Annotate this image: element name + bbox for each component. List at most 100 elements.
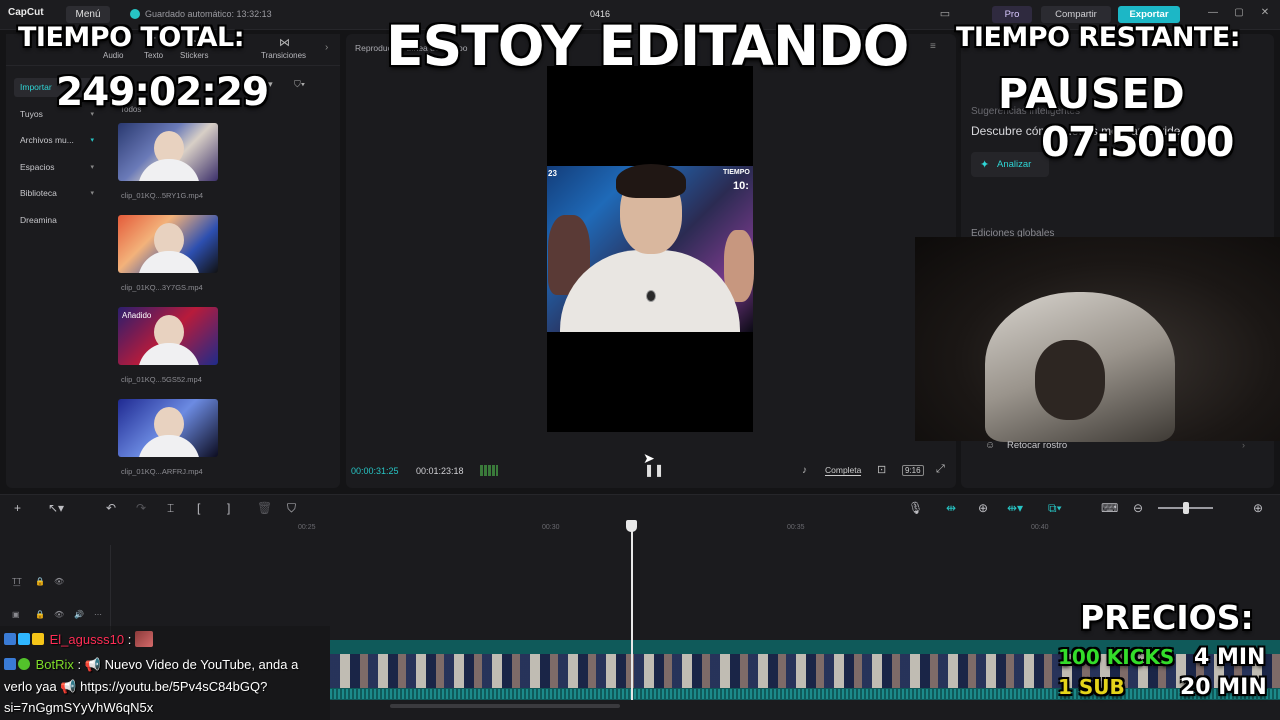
media-clip[interactable]: clip_01KQ...3Y7GS.mp4 [116,215,218,307]
trim-left-icon[interactable]: [ [197,501,200,515]
microphone-icon[interactable]: 🎙 [908,501,923,515]
nav-media-files[interactable]: Archivos mu... ▾ [14,131,100,150]
media-clip[interactable]: clip_01KQ...ARFRJ.mp4 [116,399,218,491]
added-badge: Añadido [122,311,152,320]
nav-dreamina[interactable]: Dreamina [14,211,100,230]
more-icon[interactable]: ⋯ [94,610,102,619]
select-tool-icon[interactable]: ↖▾ [48,501,64,515]
minimize-icon[interactable]: — [1206,7,1220,18]
overlay-total-time-value: 249:02:29 [56,70,269,115]
chat-username: El_agusss10 [49,632,125,647]
close-icon[interactable]: ✕ [1258,7,1272,18]
split-icon[interactable]: ⌶ [167,501,174,516]
magnet-icon[interactable]: ⇹▾ [1007,501,1023,515]
nav-spaces[interactable]: Espacios ▾ [14,158,100,177]
chat-text: verlo yaa 📢 https://youtu.be/5Pv4sC84bGQ… [4,679,268,694]
track-divider [110,545,111,635]
zoom-in-icon[interactable]: ⊕ [1253,501,1263,515]
add-icon[interactable]: + [14,501,21,515]
zoom-slider-handle[interactable] [1183,502,1189,514]
chevron-right-icon[interactable]: › [325,42,328,53]
face-icon: ☺ [985,440,996,451]
timeline-scrollbar[interactable] [390,704,620,708]
sparkle-icon: ✦ [980,159,990,171]
playhead[interactable] [631,522,633,700]
chevron-down-icon: ▾ [90,137,94,144]
redo-icon[interactable]: ↷ [136,501,146,515]
overlay-status: PAUSED [998,70,1186,118]
complete-view-button[interactable]: Completa [825,465,862,476]
zoom-out-icon[interactable]: ⊖ [1133,501,1143,515]
overlay-price-time: 4 MIN [1194,645,1266,670]
webcam-person [1035,340,1105,420]
chat-text: si=7nGgmSYyVhW6qN5x [4,700,154,715]
nav-library[interactable]: Biblioteca ▾ [14,184,100,203]
badge-icon [4,658,16,670]
media-clip[interactable]: clip_01KQ...5RY1G.mp4 [116,123,218,215]
layout-icon[interactable]: ▭ [936,6,954,23]
autosave-icon [130,9,140,19]
maximize-icon[interactable]: ▢ [1232,7,1246,18]
chevron-down-icon: ▾ [90,163,94,171]
playhead-handle[interactable] [626,520,637,532]
preview-icon[interactable]: ⌨ [1101,501,1118,515]
emote-icon [134,631,153,647]
tab-transitions[interactable]: Transiciones [261,51,306,60]
badge-icon [4,633,16,645]
share-button[interactable]: Compartir [1041,6,1111,23]
ruler-tick: 00:25 [298,524,316,531]
verified-icon [18,658,30,670]
overlay-title: ESTOY EDITANDO [386,14,909,78]
clip-filename: clip_01KQ...5GS52.mp4 [121,375,202,384]
tiktok-icon[interactable]: ♪ [802,465,807,476]
split-audio-icon[interactable]: ⧉▾ [1048,501,1062,516]
shield-icon[interactable]: ⛉ [287,501,296,516]
aspect-ratio-button[interactable]: 9:16 [902,465,924,476]
chevron-down-icon: ▾ [90,190,94,197]
chat-text: 📢 Nuevo Video de YouTube, anda a [84,657,299,672]
video-overlay-text: TIEMPO [723,169,750,176]
overlay-prices-label: PRECIOS: [1080,598,1254,637]
lock-icon[interactable]: 🔒 [35,577,45,586]
overlay-remaining-label: TIEMPO RESTANTE: [956,22,1241,53]
total-time: 00:01:23:18 [416,466,464,476]
snap-icon[interactable]: ⊕ [978,501,988,515]
eye-icon[interactable]: 👁 [54,577,64,586]
delete-icon[interactable]: 🗑 [257,501,272,515]
filter-icon[interactable]: ⛉▾ [294,79,305,90]
retouch-face-option[interactable]: Retocar rostro [1007,440,1067,451]
media-clip[interactable]: Añadido clip_01KQ...5GS52.mp4 [116,307,218,399]
screenshot-icon[interactable]: ⊡ [877,463,886,476]
eye-icon[interactable]: 👁 [54,610,64,619]
crown-icon [32,633,44,645]
volume-icon[interactable]: 🔊 [74,610,84,619]
export-button[interactable]: Exportar [1118,6,1180,23]
link-icon[interactable]: ⇹ [946,501,956,515]
clip-thumbnail [118,399,218,457]
fullscreen-icon[interactable]: ⤢ [936,463,945,476]
lock-icon[interactable]: 🔒 [35,610,45,619]
pro-button[interactable]: Pro [992,6,1032,23]
trim-right-icon[interactable]: ] [227,501,230,515]
chevron-right-icon[interactable]: › [1242,440,1245,450]
video-overlay-text: 23 [548,169,557,178]
chat-username: BotRix [35,657,74,672]
mouse-cursor-icon: ➤ [643,450,655,466]
clip-filename: clip_01KQ...5RY1G.mp4 [121,191,203,200]
timeline-view-icon[interactable] [480,465,498,476]
menu-button[interactable]: Menú [66,6,110,23]
video-overlay-text: 10: [733,180,749,192]
undo-icon[interactable]: ↶ [106,501,116,515]
app-logo: CapCut [8,7,44,18]
chat-separator: : [127,632,132,647]
clip-filename: clip_01KQ...ARFRJ.mp4 [121,467,203,476]
badge-icon [18,633,30,645]
video-person [646,290,656,302]
menu-icon[interactable]: ≡ [930,41,936,52]
current-time: 00:00:31:25 [351,466,399,476]
transition-icon[interactable]: ⋈ [279,36,290,49]
autosave-status: Guardado automático: 13:32:13 [145,9,272,19]
media-grid: clip_01KQ...5RY1G.mp4 clip_01KQ...3Y7GS.… [116,123,236,491]
video-track-icon: ▣ [12,610,20,619]
audio-waveform [330,689,1280,699]
